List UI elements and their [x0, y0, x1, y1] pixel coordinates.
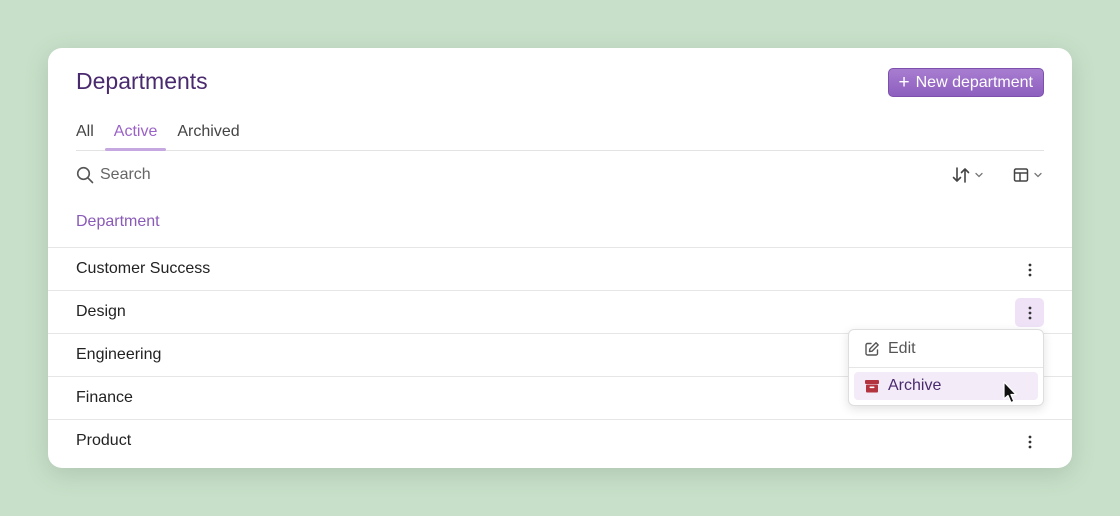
row-actions-button[interactable] — [1015, 298, 1044, 327]
menu-divider — [849, 367, 1043, 368]
mouse-cursor-icon — [1003, 381, 1017, 404]
table-row[interactable]: Customer Success — [48, 248, 1072, 291]
search-bar — [76, 164, 400, 186]
tab-all[interactable]: All — [67, 118, 103, 150]
row-actions-button[interactable] — [1015, 427, 1044, 456]
sort-button[interactable] — [951, 163, 984, 187]
tab-bar: All Active Archived — [76, 118, 1044, 151]
archive-icon — [865, 380, 879, 393]
edit-icon — [865, 342, 879, 356]
columns-button[interactable] — [1012, 163, 1043, 187]
new-department-label: New department — [915, 73, 1033, 91]
tab-active[interactable]: Active — [104, 118, 167, 151]
department-name: Product — [76, 432, 132, 449]
table-row[interactable]: Product — [48, 420, 1072, 462]
columns-layout-icon — [1013, 168, 1029, 182]
row-actions-button[interactable] — [1015, 255, 1044, 284]
chevron-down-icon — [975, 172, 983, 178]
department-name: Design — [76, 303, 126, 320]
plus-icon: + — [898, 71, 910, 93]
menu-item-edit[interactable]: Edit — [854, 335, 1038, 363]
search-icon — [76, 166, 94, 184]
chevron-down-icon — [1034, 172, 1042, 178]
kebab-menu-icon — [1028, 306, 1031, 319]
department-name: Engineering — [76, 346, 162, 363]
department-name: Finance — [76, 389, 133, 406]
kebab-menu-icon — [1028, 435, 1031, 448]
kebab-menu-icon — [1028, 263, 1031, 276]
new-department-button[interactable]: + New department — [887, 68, 1044, 97]
page-title: Departments — [76, 68, 208, 94]
table-row[interactable]: Design — [48, 291, 1072, 334]
department-name: Customer Success — [76, 260, 211, 277]
tab-archived[interactable]: Archived — [168, 118, 248, 150]
sort-icon — [952, 167, 970, 183]
column-header-department[interactable]: Department — [76, 213, 160, 231]
menu-item-label: Edit — [888, 340, 916, 357]
search-input[interactable] — [100, 166, 400, 184]
menu-item-label: Archive — [888, 377, 942, 394]
